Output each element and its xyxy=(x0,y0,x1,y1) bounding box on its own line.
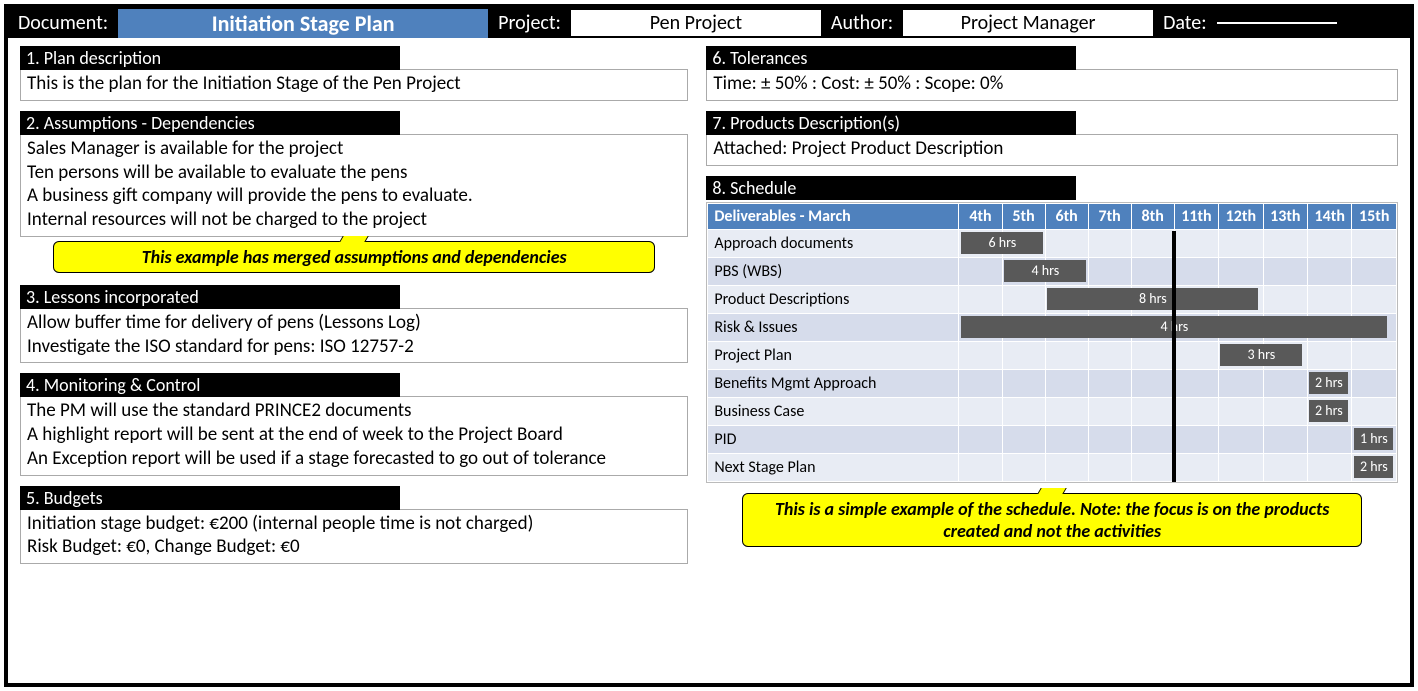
right-column: 6. Tolerances Time: ± 50% : Cost: ± 50% … xyxy=(706,46,1398,564)
section-title: 1. Plan description xyxy=(20,46,400,70)
schedule-row-label: Product Descriptions xyxy=(708,285,959,313)
date-field[interactable] xyxy=(1217,22,1337,24)
section-body: Attached: Project Product Description xyxy=(706,134,1398,166)
schedule-row-label: PID xyxy=(708,425,959,453)
project-label: Project: xyxy=(494,11,565,35)
gantt-bar: 6 hrs xyxy=(961,232,1043,254)
schedule-header-label: Deliverables - March xyxy=(708,203,959,229)
section-body: Allow buffer time for delivery of pens (… xyxy=(20,308,688,364)
schedule-row: Business Case xyxy=(708,397,1397,425)
gantt-bar: 1 hrs xyxy=(1354,428,1393,450)
schedule-row-label: PBS (WBS) xyxy=(708,257,959,285)
section-title: 5. Budgets xyxy=(20,486,400,510)
section-body: Initiation stage budget: €200 (internal … xyxy=(20,509,688,565)
schedule-day-header: 7th xyxy=(1088,203,1131,229)
gantt-bar: 2 hrs xyxy=(1354,456,1393,478)
section-budgets: 5. Budgets Initiation stage budget: €200… xyxy=(20,486,688,565)
schedule-day-header: 12th xyxy=(1219,203,1263,229)
section-schedule: 8. Schedule Deliverables - March4th5th6t… xyxy=(706,176,1398,483)
schedule-row: Approach documents xyxy=(708,229,1397,257)
section-title: 7. Products Description(s) xyxy=(706,111,1076,135)
section-title: 8. Schedule xyxy=(706,176,1076,200)
section-products: 7. Products Description(s) Attached: Pro… xyxy=(706,111,1398,166)
callout-note-schedule: This is a simple example of the schedule… xyxy=(742,493,1362,547)
page: Document: Initiation Stage Plan Project:… xyxy=(4,4,1414,687)
schedule-row: Next Stage Plan xyxy=(708,453,1397,481)
schedule-day-header: 13th xyxy=(1263,203,1307,229)
left-column: 1. Plan description This is the plan for… xyxy=(20,46,688,564)
schedule-row-label: Business Case xyxy=(708,397,959,425)
section-monitoring: 4. Monitoring & Control The PM will use … xyxy=(20,373,688,475)
schedule-row-label: Benefits Mgmt Approach xyxy=(708,369,959,397)
section-title: 4. Monitoring & Control xyxy=(20,373,400,397)
callout-note-assumptions: This example has merged assumptions and … xyxy=(53,241,654,273)
document-title: Initiation Stage Plan xyxy=(118,9,488,38)
section-title: 6. Tolerances xyxy=(706,46,1076,70)
schedule-day-header: 14th xyxy=(1308,203,1352,229)
section-title: 3. Lessons incorporated xyxy=(20,285,400,309)
schedule-day-header: 5th xyxy=(1002,203,1045,229)
section-assumptions: 2. Assumptions - Dependencies Sales Mana… xyxy=(20,111,688,275)
schedule-row-label: Risk & Issues xyxy=(708,313,959,341)
schedule-row: Benefits Mgmt Approach xyxy=(708,369,1397,397)
schedule-marker-line xyxy=(1172,231,1176,482)
document-label: Document: xyxy=(14,11,112,35)
gantt-bar: 2 hrs xyxy=(1309,400,1348,422)
gantt-bar: 3 hrs xyxy=(1220,344,1302,366)
schedule-day-header: 6th xyxy=(1045,203,1088,229)
schedule-day-header: 4th xyxy=(959,203,1002,229)
project-field[interactable]: Pen Project xyxy=(571,10,821,36)
section-body: Sales Manager is available for the proje… xyxy=(20,134,688,237)
schedule-row-label: Next Stage Plan xyxy=(708,453,959,481)
columns: 1. Plan description This is the plan for… xyxy=(20,46,1398,564)
date-label: Date: xyxy=(1159,11,1211,35)
section-lessons: 3. Lessons incorporated Allow buffer tim… xyxy=(20,285,688,364)
section-body: This is the plan for the Initiation Stag… xyxy=(20,69,688,101)
schedule-day-header: 8th xyxy=(1131,203,1174,229)
section-body: Time: ± 50% : Cost: ± 50% : Scope: 0% xyxy=(706,69,1398,101)
author-field[interactable]: Project Manager xyxy=(903,10,1153,36)
gantt-bar: 2 hrs xyxy=(1309,372,1348,394)
header-bar: Document: Initiation Stage Plan Project:… xyxy=(8,8,1410,38)
gantt-bar: 8 hrs xyxy=(1047,288,1258,310)
section-body: The PM will use the standard PRINCE2 doc… xyxy=(20,396,688,475)
section-tolerances: 6. Tolerances Time: ± 50% : Cost: ± 50% … xyxy=(706,46,1398,101)
author-label: Author: xyxy=(827,11,897,35)
gantt-bar: 4 hrs xyxy=(1004,260,1086,282)
schedule-row: PID xyxy=(708,425,1397,453)
schedule-row-label: Project Plan xyxy=(708,341,959,369)
section-plan-description: 1. Plan description This is the plan for… xyxy=(20,46,688,101)
schedule-gantt: Deliverables - March4th5th6th7th8th11th1… xyxy=(706,202,1398,483)
section-title: 2. Assumptions - Dependencies xyxy=(20,111,400,135)
schedule-day-header: 11th xyxy=(1174,203,1218,229)
schedule-row-label: Approach documents xyxy=(708,229,959,257)
schedule-day-header: 15th xyxy=(1352,203,1397,229)
